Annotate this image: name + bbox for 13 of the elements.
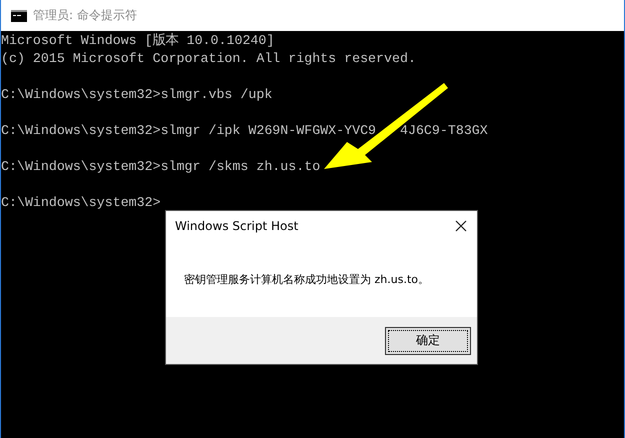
- close-icon[interactable]: [455, 220, 467, 232]
- ok-button[interactable]: 确定: [385, 326, 471, 354]
- console-text: Microsoft Windows [版本 10.0.10240]: [1, 32, 274, 50]
- console-text: C:\Windows\system32>slmgr /ipk W269N-WFGWX-YVC9: [1, 122, 376, 140]
- console-text: C:\Windows\system32>: [1, 194, 161, 212]
- window-title: 管理员: 命令提示符: [33, 7, 137, 24]
- console-text: (c) 2015 Microsoft Corporation. All rights reserved.: [1, 50, 416, 68]
- console-text: 4J6C9-T83GX: [400, 122, 488, 140]
- console-icon: [11, 10, 27, 22]
- dialog-message: 密钥管理服务计算机名称成功地设置为 zh.us.to。: [184, 272, 429, 286]
- dialog-title: Windows Script Host: [175, 219, 298, 233]
- console-text: C:\Windows\system32>slmgr /skms zh.us.to: [1, 158, 320, 176]
- console-text: C:\Windows\system32>slmgr.vbs /upk: [1, 86, 272, 104]
